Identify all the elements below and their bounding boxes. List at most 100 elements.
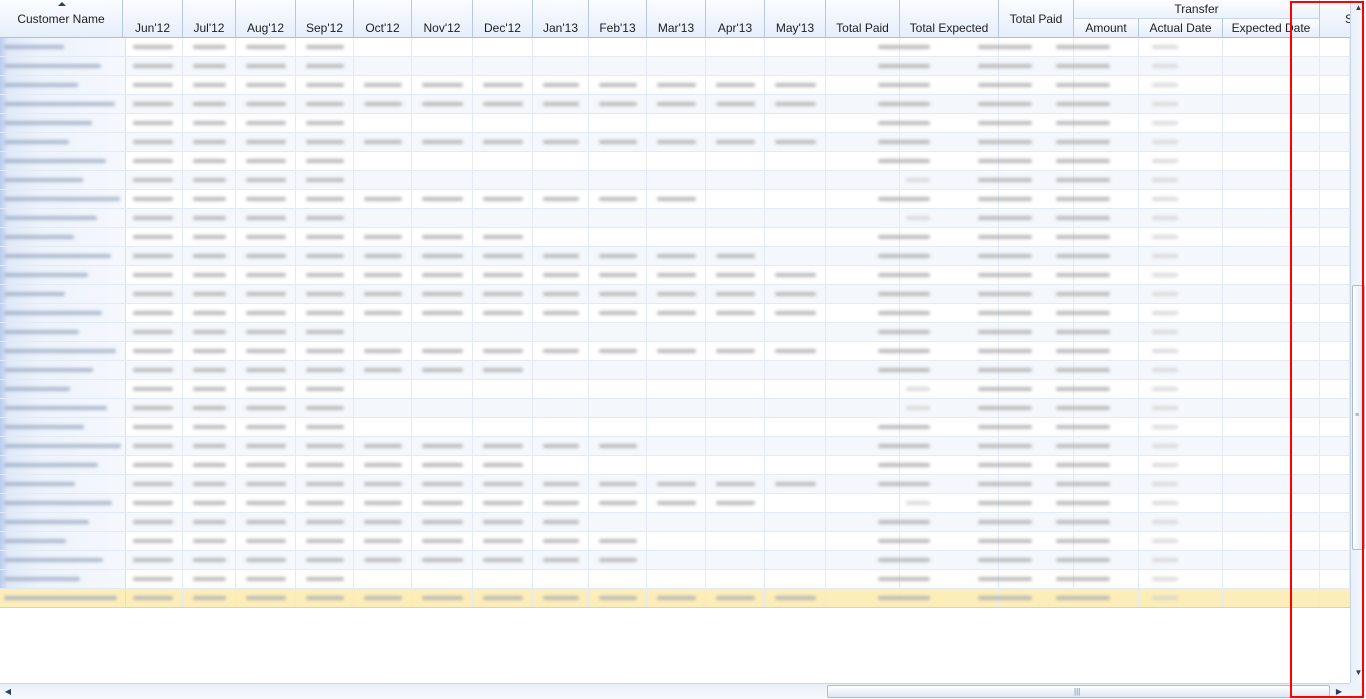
customer-name-cell[interactable]	[0, 418, 126, 436]
grid-cell[interactable]	[826, 494, 900, 512]
grid-cell[interactable]	[1320, 570, 1350, 588]
header-month-dec12[interactable]: Dec'12	[473, 0, 533, 38]
grid-cell[interactable]	[1320, 361, 1350, 379]
grid-cell[interactable]	[589, 513, 647, 531]
customer-name-cell[interactable]	[0, 532, 126, 550]
grid-cell[interactable]	[647, 418, 706, 436]
grid-cell[interactable]	[533, 399, 589, 417]
grid-cell[interactable]	[647, 437, 706, 455]
vertical-scrollbar[interactable]: ▲ ≡ ▼	[1350, 0, 1366, 683]
band-transfer[interactable]: Transfer	[1074, 0, 1320, 19]
grid-cell[interactable]	[589, 57, 647, 75]
header-total-expected[interactable]: Total Expected	[900, 0, 999, 38]
grid-cell[interactable]	[473, 38, 533, 56]
header-transfer-expected-date[interactable]: Expected Date	[1223, 19, 1320, 38]
grid-cell[interactable]	[1223, 437, 1320, 455]
grid-cell[interactable]	[647, 114, 706, 132]
grid-cell[interactable]	[589, 152, 647, 170]
grid-cell[interactable]	[533, 171, 589, 189]
customer-name-cell[interactable]	[0, 380, 126, 398]
grid-cell[interactable]	[826, 399, 900, 417]
grid-cell[interactable]	[1223, 76, 1320, 94]
grid-cell[interactable]	[1223, 171, 1320, 189]
customer-name-cell[interactable]	[0, 114, 126, 132]
grid-cell[interactable]	[1320, 304, 1350, 322]
table-row[interactable]	[0, 323, 1350, 342]
grid-cell[interactable]	[765, 532, 826, 550]
grid-cell[interactable]	[1223, 114, 1320, 132]
grid-cell[interactable]	[354, 418, 412, 436]
header-transfer-actual-date[interactable]: Actual Date	[1139, 19, 1223, 38]
grid-cell[interactable]	[1223, 228, 1320, 246]
grid-cell[interactable]	[589, 209, 647, 227]
grid-cell[interactable]	[1320, 95, 1350, 113]
grid-cell[interactable]	[706, 152, 765, 170]
grid-cell[interactable]	[354, 171, 412, 189]
grid-cell[interactable]	[1223, 57, 1320, 75]
grid-cell[interactable]	[533, 38, 589, 56]
grid-cell[interactable]	[533, 570, 589, 588]
grid-cell[interactable]	[826, 209, 900, 227]
grid-cell[interactable]	[706, 209, 765, 227]
table-row[interactable]	[0, 285, 1350, 304]
customer-name-cell[interactable]	[0, 133, 126, 151]
table-row[interactable]	[0, 532, 1350, 551]
header-month-mar13[interactable]: Mar'13	[647, 0, 706, 38]
grid-cell[interactable]	[412, 114, 473, 132]
customer-name-cell[interactable]	[0, 152, 126, 170]
grid-cell[interactable]	[412, 38, 473, 56]
grid-cell[interactable]	[765, 494, 826, 512]
grid-cell[interactable]	[354, 209, 412, 227]
grid-cell[interactable]	[473, 57, 533, 75]
grid-cell[interactable]	[589, 399, 647, 417]
grid-cell[interactable]	[1320, 57, 1350, 75]
grid-cell[interactable]	[765, 209, 826, 227]
header-total-paid[interactable]: Total Paid	[826, 0, 900, 38]
grid-cell[interactable]	[765, 513, 826, 531]
grid-cell[interactable]	[412, 418, 473, 436]
grid-cell[interactable]	[765, 399, 826, 417]
grid-cell[interactable]	[765, 380, 826, 398]
grid-cell[interactable]	[1320, 228, 1350, 246]
grid-cell[interactable]	[706, 190, 765, 208]
grid-cell[interactable]	[1223, 247, 1320, 265]
grid-cell[interactable]	[533, 361, 589, 379]
grid-cell[interactable]	[1320, 494, 1350, 512]
grid-cell[interactable]	[412, 399, 473, 417]
grid-cell[interactable]	[473, 399, 533, 417]
grid-cell[interactable]	[1320, 551, 1350, 569]
customer-name-cell[interactable]	[0, 323, 126, 341]
grid-cell[interactable]	[1223, 399, 1320, 417]
grid-cell[interactable]	[1320, 418, 1350, 436]
grid-cell[interactable]	[473, 418, 533, 436]
grid-cell[interactable]	[1320, 399, 1350, 417]
table-row[interactable]	[0, 228, 1350, 247]
customer-name-cell[interactable]	[0, 361, 126, 379]
grid-cell[interactable]	[647, 57, 706, 75]
grid-cell[interactable]	[354, 570, 412, 588]
grid-cell[interactable]	[1223, 418, 1320, 436]
grid-cell[interactable]	[647, 323, 706, 341]
grid-cell[interactable]	[765, 361, 826, 379]
grid-cell[interactable]	[647, 361, 706, 379]
grid-cell[interactable]	[589, 456, 647, 474]
grid-cell[interactable]	[533, 114, 589, 132]
grid-cell[interactable]	[706, 437, 765, 455]
customer-name-cell[interactable]	[0, 76, 126, 94]
grid-cell[interactable]	[647, 551, 706, 569]
header-month-jul12[interactable]: Jul'12	[183, 0, 236, 38]
grid-cell[interactable]	[473, 114, 533, 132]
customer-name-cell[interactable]	[0, 285, 126, 303]
grid-cell[interactable]	[533, 228, 589, 246]
grid-cell[interactable]	[412, 380, 473, 398]
grid-cell[interactable]	[354, 152, 412, 170]
customer-name-cell[interactable]	[0, 475, 126, 493]
grid-cell[interactable]	[765, 323, 826, 341]
grid-cell[interactable]	[647, 456, 706, 474]
grid-cell[interactable]	[1223, 342, 1320, 360]
grid-cell[interactable]	[1320, 209, 1350, 227]
grid-cell[interactable]	[589, 361, 647, 379]
header-transfer-amount[interactable]: Amount	[1074, 19, 1139, 38]
grid-cell[interactable]	[533, 380, 589, 398]
grid-cell[interactable]	[1223, 570, 1320, 588]
